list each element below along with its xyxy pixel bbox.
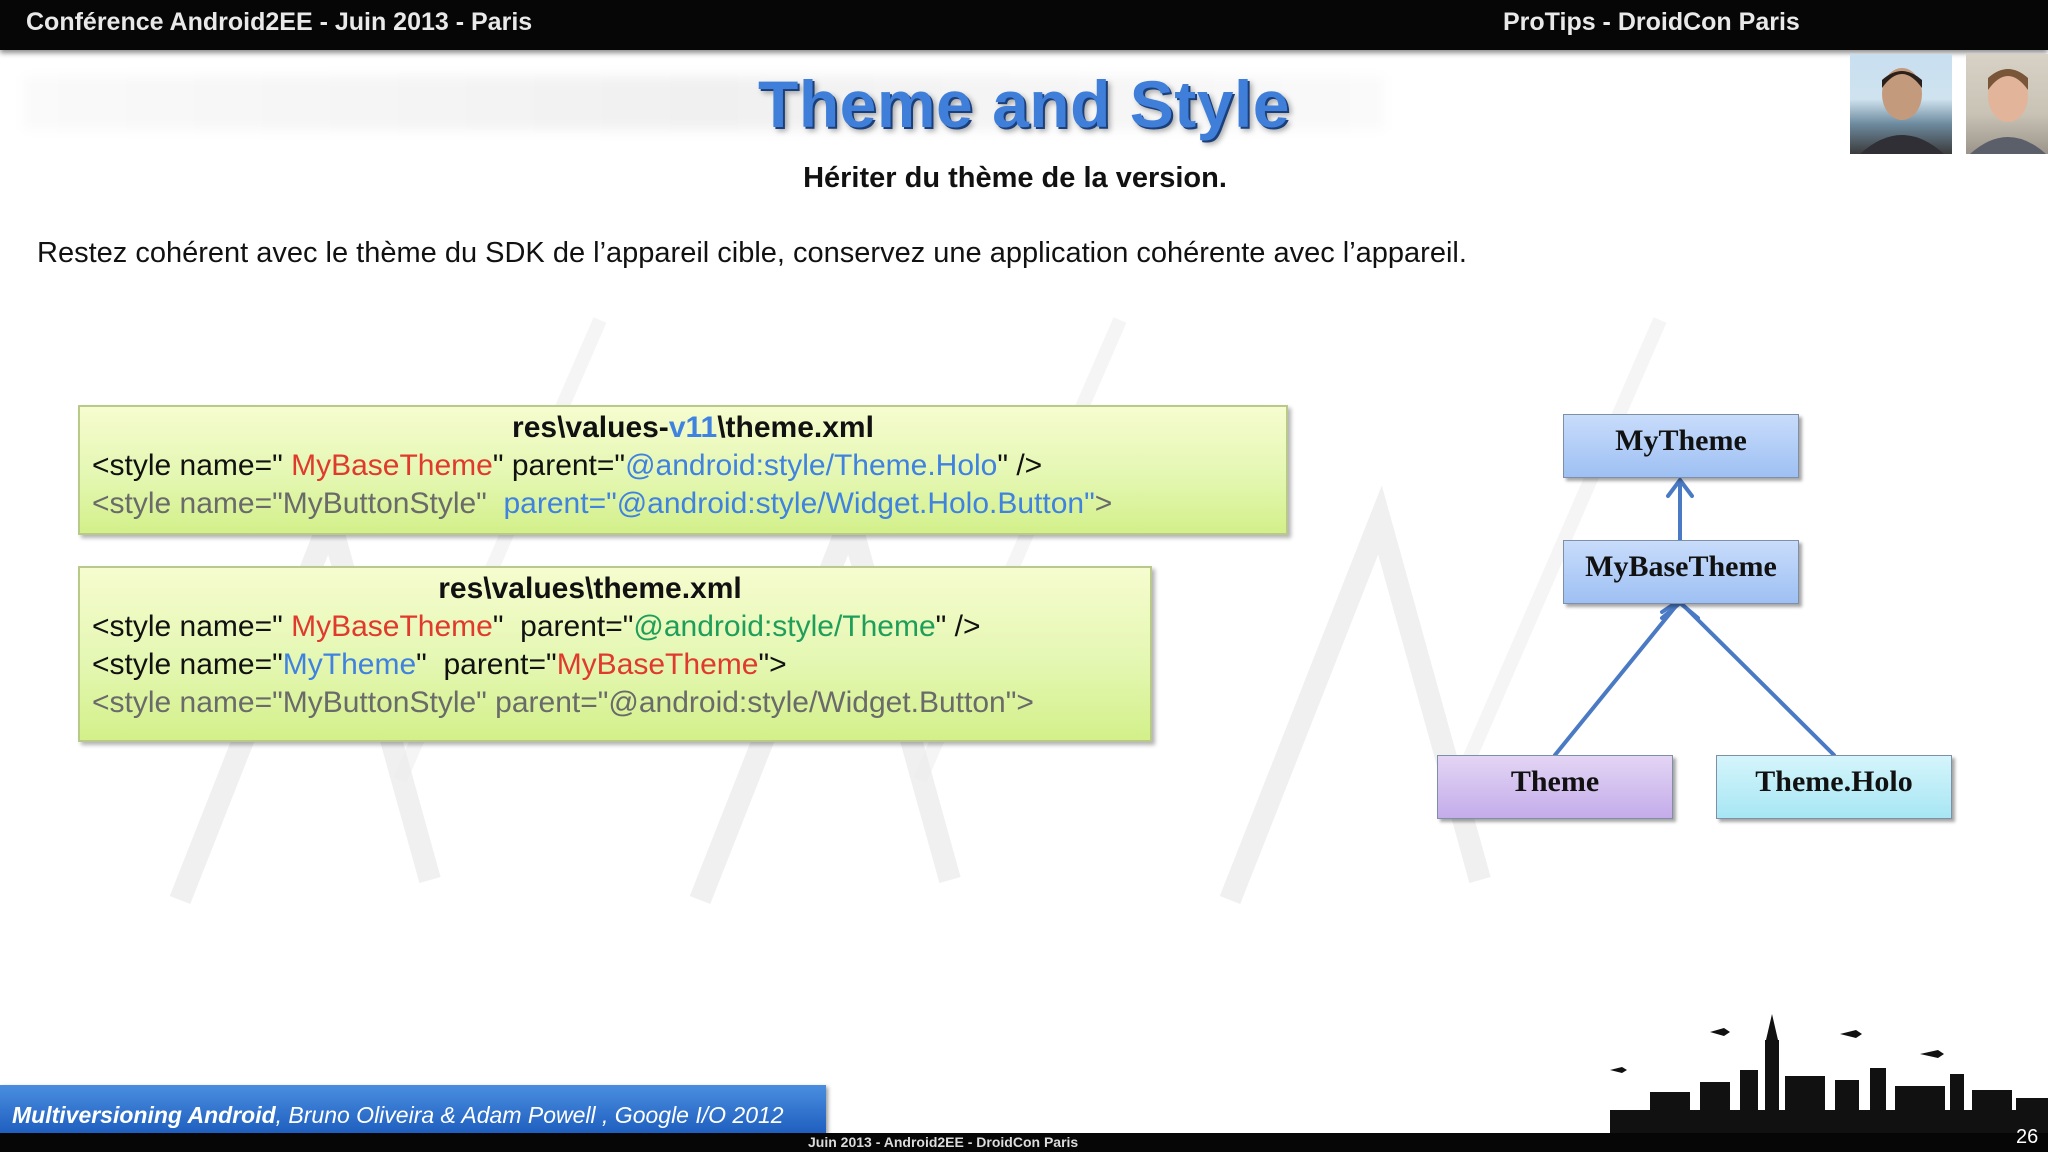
code-token: " parent=" [416,648,557,681]
code-line: <style name="MyTheme" parent="MyBaseThem… [80,646,1150,684]
code-token-parent: @android:style/Theme [633,610,936,643]
title-part: res\values- [512,411,669,444]
code-box-default: res\values\theme.xml <style name=" MyBas… [78,566,1152,742]
page-number: 26 [2016,1126,2039,1148]
code-box-title: res\values-v11\theme.xml [80,409,1286,447]
code-token: > [1094,487,1113,520]
intro-text: Restez cohérent avec le thème du SDK de … [37,237,1467,269]
code-line: <style name=" MyBaseTheme" parent="@andr… [80,608,1150,646]
code-token: " parent=" [492,449,626,482]
diagram-node-mybasetheme: MyBaseTheme [1563,540,1799,604]
code-token: "> [758,648,787,681]
code-token: <style name="MyButtonStyle" [92,487,504,520]
header-event-label: ProTips - DroidCon Paris [1503,8,1800,36]
code-token: <style name=" [92,610,292,643]
header-conference-label: Conférence Android2EE - Juin 2013 - Pari… [26,8,533,36]
reference-title: Multiversioning Android [12,1102,276,1128]
code-token-name: MyBaseTheme [291,449,493,482]
header-bar: Conférence Android2EE - Juin 2013 - Pari… [0,0,2048,50]
code-box-v11: res\values-v11\theme.xml <style name=" M… [78,405,1288,535]
title-version: v11 [668,411,718,444]
paris-skyline-illustration [1610,1014,2048,1135]
slide: Conférence Android2EE - Juin 2013 - Pari… [0,0,2048,1152]
diagram-node-theme-holo: Theme.Holo [1716,755,1952,819]
slide-subtitle: Hériter du thème de la version. [803,162,1227,194]
code-token-parent: parent="@android:style/Widget.Holo.Butto… [503,487,1095,520]
code-token: " /> [997,449,1043,482]
footer-center-label: Juin 2013 - Android2EE - DroidCon Paris [808,1134,1079,1150]
code-token-parent: MyBaseTheme [556,648,759,681]
code-token-name: MyTheme [282,648,417,681]
code-token: " /> [935,610,981,643]
code-token-name: MyBaseTheme [291,610,493,643]
code-token: " parent=" [492,610,634,643]
slide-title: Theme and Style [758,67,1290,141]
reference-authors: , Bruno Oliveira & Adam Powell , Google … [275,1102,784,1128]
code-token-parent: @android:style/Theme.Holo [625,449,998,482]
code-line: <style name="MyButtonStyle" parent="@and… [92,686,1034,719]
code-token: <style name=" [92,449,292,482]
code-token: <style name=" [92,648,283,681]
code-box-title: res\values\theme.xml [438,572,742,605]
code-line: <style name="MyButtonStyle" parent="@and… [80,485,1286,523]
footer-bar: Juin 2013 - Android2EE - DroidCon Paris [0,1133,2048,1152]
diagram-node-mytheme: MyTheme [1563,414,1799,478]
code-line: <style name=" MyBaseTheme" parent="@andr… [80,447,1286,485]
diagram-node-theme: Theme [1437,755,1673,819]
title-part: \theme.xml [717,411,874,444]
reference-banner: Multiversioning Android, Bruno Oliveira … [0,1085,826,1133]
